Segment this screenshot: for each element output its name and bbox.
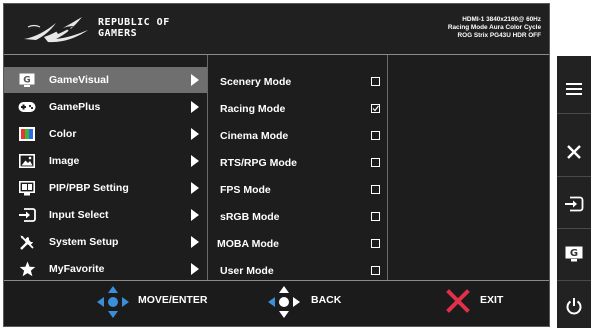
input-key[interactable] <box>557 184 591 224</box>
submenu-item-label: User Mode <box>220 265 274 277</box>
svg-text:G: G <box>570 248 578 259</box>
status-line-3: ROG Strix PG43U HDR OFF <box>457 32 541 39</box>
brand-line-1: REPUBLIC OF <box>98 17 170 28</box>
menu-item-label: Color <box>49 128 77 140</box>
back-label: BACK <box>311 294 342 306</box>
checkbox-checked[interactable] <box>371 104 380 113</box>
footer-move-enter[interactable]: MOVE/ENTER <box>96 281 226 326</box>
osd-footer: MOVE/ENTER BACK EXIT <box>4 281 549 326</box>
menu-item-color[interactable]: Color <box>4 121 207 147</box>
input-select-icon <box>18 206 36 224</box>
exit-label: EXIT <box>480 294 504 306</box>
checkbox[interactable] <box>371 77 380 86</box>
menu-item-label: System Setup <box>49 236 119 248</box>
key-divider <box>557 228 591 229</box>
submenu-item-scenery[interactable]: Scenery Mode <box>207 69 387 95</box>
menu-key[interactable] <box>557 69 591 109</box>
chevron-right-icon <box>191 263 199 275</box>
chevron-right-icon <box>191 236 199 248</box>
menu-item-gameplus[interactable]: GamePlus <box>4 94 207 120</box>
svg-text:G: G <box>23 76 30 86</box>
menu-item-image[interactable]: Image <box>4 148 207 174</box>
osd-header: REPUBLIC OF GAMERS HDMI-1 3840x2160@ 60H… <box>4 4 549 54</box>
submenu-item-label: sRGB Mode <box>220 211 280 223</box>
submenu-item-fps[interactable]: FPS Mode <box>207 177 387 203</box>
submenu-item-cinema[interactable]: Cinema Mode <box>207 123 387 149</box>
menu-item-system-setup[interactable]: System Setup <box>4 229 207 255</box>
input-icon <box>565 196 584 212</box>
submenu-item-label: Cinema Mode <box>220 130 289 142</box>
checkbox[interactable] <box>371 158 380 167</box>
checkbox[interactable] <box>371 131 380 140</box>
gamepad-icon <box>18 98 36 116</box>
submenu-item-rts-rpg[interactable]: RTS/RPG Mode <box>207 150 387 176</box>
checkbox[interactable] <box>371 239 380 248</box>
brand-text: REPUBLIC OF GAMERS <box>98 17 170 39</box>
power-key[interactable] <box>557 286 591 326</box>
brand-line-2: GAMERS <box>98 28 138 39</box>
key-divider <box>557 176 591 177</box>
menu-item-myfavorite[interactable]: MyFavorite <box>4 256 207 282</box>
chevron-right-icon <box>191 74 199 86</box>
footer-back[interactable]: BACK <box>267 281 357 326</box>
submenu-item-label: Racing Mode <box>220 103 286 115</box>
move-enter-label: MOVE/ENTER <box>138 294 208 306</box>
status-line-2: Racing Mode Aura Color Cycle <box>447 24 541 31</box>
menu-item-label: PIP/PBP Setting <box>49 182 129 194</box>
power-icon <box>566 298 582 315</box>
checkbox[interactable] <box>371 266 380 275</box>
joystick-back-icon <box>268 286 300 318</box>
checkbox[interactable] <box>371 185 380 194</box>
menu-item-label: Image <box>49 155 80 167</box>
gamevisual-icon: G <box>18 71 36 89</box>
chevron-right-icon <box>191 101 199 113</box>
submenu-item-moba[interactable]: MOBA Mode <box>207 231 387 257</box>
detail-panel <box>387 55 549 280</box>
menu-item-label: GameVisual <box>49 74 109 86</box>
joystick-move-icon <box>97 286 129 318</box>
pip-pbp-icon <box>18 179 36 197</box>
hardware-key-strip: G <box>557 56 591 328</box>
submenu: Scenery Mode Racing Mode Cinema Mode RTS… <box>207 55 387 280</box>
menu-item-label: GamePlus <box>49 101 101 113</box>
exit-x-icon <box>446 289 470 313</box>
close-key[interactable] <box>557 132 591 172</box>
gamevisual-key[interactable]: G <box>557 234 591 274</box>
submenu-item-label: MOBA Mode <box>217 238 280 250</box>
menu-item-input-select[interactable]: Input Select <box>4 202 207 228</box>
key-divider <box>557 280 591 281</box>
menu-item-label: Input Select <box>49 209 109 221</box>
menu-item-pip-pbp[interactable]: PIP/PBP Setting <box>4 175 207 201</box>
footer-exit[interactable]: EXIT <box>446 281 526 326</box>
system-setup-icon <box>18 233 36 251</box>
menu-icon <box>566 83 582 95</box>
checkbox[interactable] <box>371 212 380 221</box>
submenu-item-label: RTS/RPG Mode <box>220 157 298 169</box>
image-icon <box>18 152 36 170</box>
submenu-item-racing[interactable]: Racing Mode <box>207 96 387 122</box>
status-line-1: HDMI-1 3840x2160@ 60Hz <box>462 16 541 23</box>
status-info: HDMI-1 3840x2160@ 60Hz Racing Mode Aura … <box>448 16 541 40</box>
key-divider <box>557 113 591 114</box>
submenu-item-label: FPS Mode <box>220 184 271 196</box>
chevron-right-icon <box>191 182 199 194</box>
color-icon <box>18 125 36 143</box>
chevron-right-icon <box>191 155 199 167</box>
chevron-right-icon <box>191 128 199 140</box>
close-icon <box>567 145 581 159</box>
main-menu: G GameVisual GamePlus Color Image PIP/PB… <box>4 55 207 280</box>
menu-item-gamevisual[interactable]: G GameVisual <box>4 67 207 93</box>
gamevisual-key-icon: G <box>565 246 583 262</box>
osd-menu: REPUBLIC OF GAMERS HDMI-1 3840x2160@ 60H… <box>3 3 550 327</box>
submenu-item-label: Scenery Mode <box>220 76 292 88</box>
menu-item-label: MyFavorite <box>49 263 105 275</box>
chevron-right-icon <box>191 209 199 221</box>
star-icon <box>18 260 36 278</box>
rog-logo-icon <box>24 17 88 43</box>
submenu-item-srgb[interactable]: sRGB Mode <box>207 204 387 230</box>
